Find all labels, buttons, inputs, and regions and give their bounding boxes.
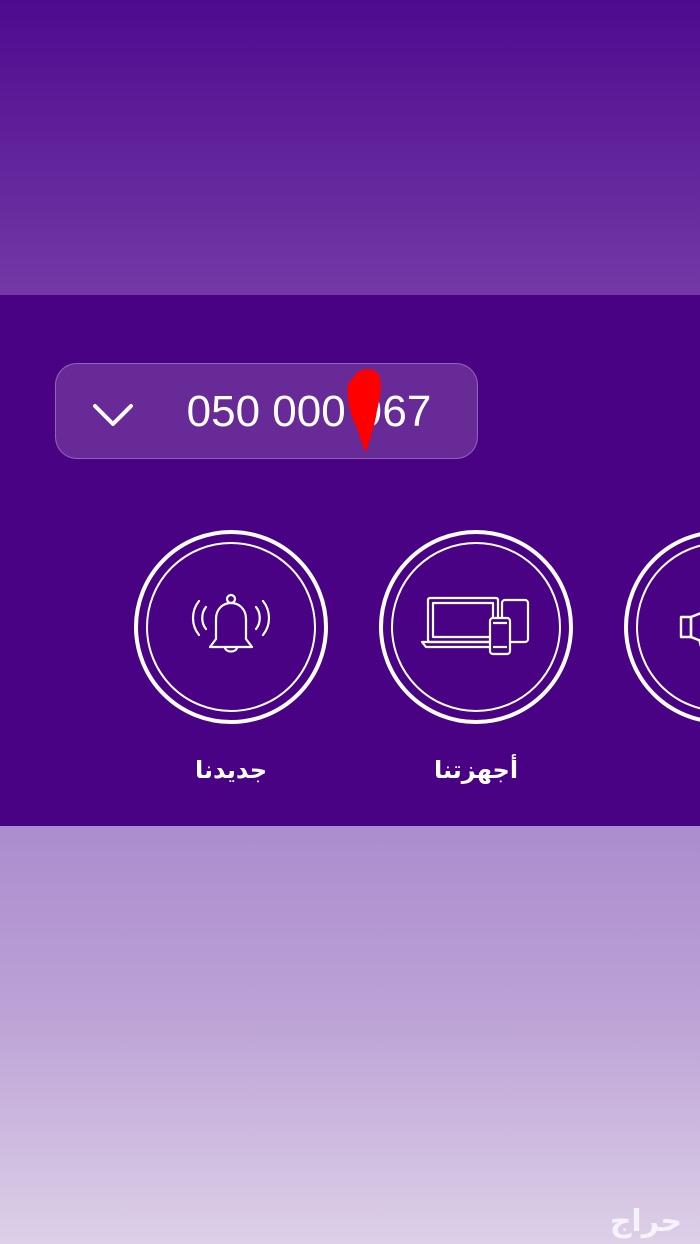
services-panel: 050 000 967 جديدنا أجهزتنا [0, 295, 700, 826]
phone-number: 050 000 967 [186, 387, 432, 436]
service-circle[interactable] [134, 530, 328, 724]
service-circle[interactable] [624, 530, 700, 724]
redaction-mark [347, 369, 381, 452]
megaphone-icon [679, 612, 700, 648]
service-offers[interactable]: نا [624, 530, 700, 724]
top-gradient-band [0, 0, 700, 295]
service-label: جديدنا [194, 756, 268, 784]
service-label: أجهزتنا [433, 756, 519, 784]
service-circle[interactable] [379, 530, 573, 724]
service-new[interactable]: جديدنا [134, 530, 328, 784]
devices-icon [420, 596, 530, 656]
watermark: حراج [609, 1204, 682, 1239]
phone-number-selector[interactable]: 050 000 967 [55, 363, 478, 459]
bottom-gradient-band: حراج [0, 826, 700, 1244]
service-label: نا [624, 756, 700, 784]
bell-icon [191, 593, 271, 653]
service-devices[interactable]: أجهزتنا [379, 530, 573, 784]
chevron-down-icon[interactable] [91, 400, 135, 430]
